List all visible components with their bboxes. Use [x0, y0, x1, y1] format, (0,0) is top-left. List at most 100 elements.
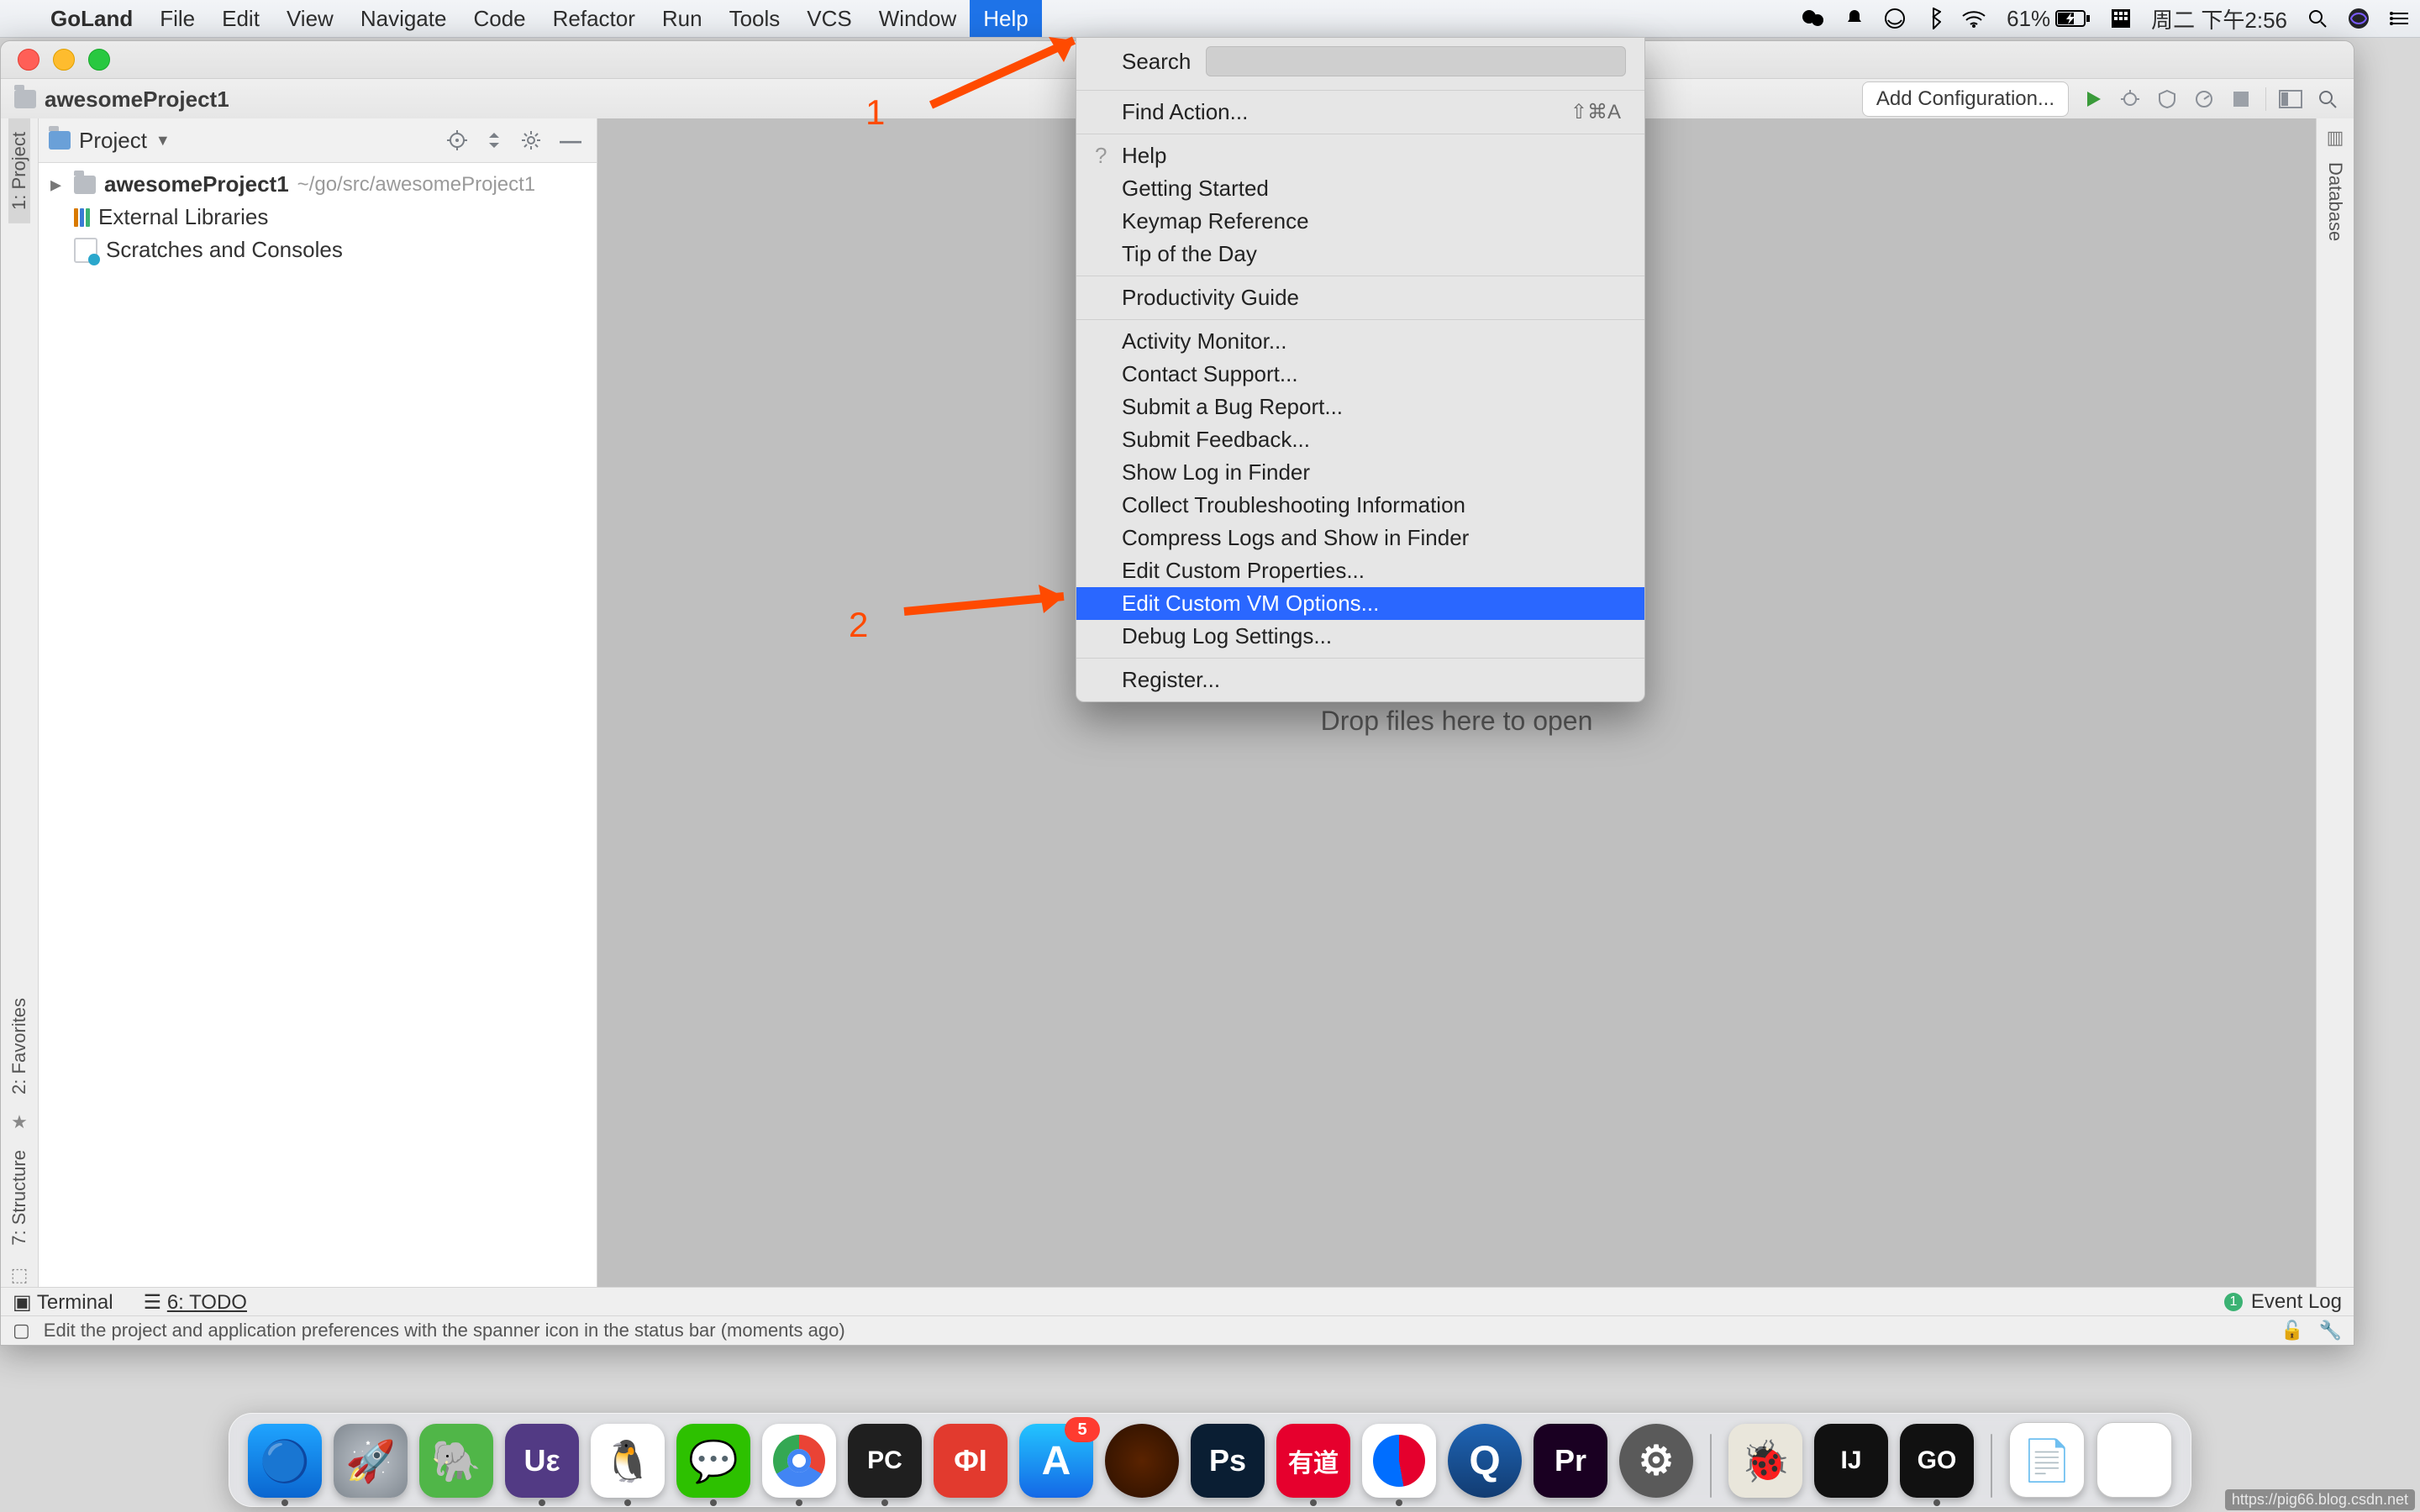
menubar-help[interactable]: Help [970, 0, 1041, 37]
quick-access-icon[interactable]: ▢ [13, 1320, 30, 1341]
dock-app-game[interactable] [1105, 1424, 1179, 1498]
status-bar: ▢ Edit the project and application prefe… [1, 1315, 2354, 1345]
coverage-icon[interactable] [2154, 87, 2180, 112]
help-show-log[interactable]: Show Log in Finder [1076, 456, 1644, 489]
layout-icon[interactable] [2278, 87, 2303, 112]
run-icon[interactable] [2081, 87, 2106, 112]
tool-tab-database[interactable]: Database [2324, 149, 2346, 255]
tree-scratches[interactable]: Scratches and Consoles [39, 234, 597, 266]
debug-icon[interactable] [2118, 87, 2143, 112]
status-wechat-icon[interactable] [1791, 8, 1835, 29]
menubar-app-name[interactable]: GoLand [37, 6, 146, 32]
help-bug-report[interactable]: Submit a Bug Report... [1076, 391, 1644, 423]
help-register[interactable]: Register... [1076, 664, 1644, 696]
dock-app-intellij[interactable]: IJ [1814, 1424, 1888, 1498]
help-help[interactable]: ? Help [1076, 139, 1644, 172]
close-window-button[interactable] [18, 49, 39, 71]
help-submit-feedback[interactable]: Submit Feedback... [1076, 423, 1644, 456]
dock-app-appstore[interactable]: A5 [1019, 1424, 1093, 1498]
status-battery[interactable]: 61% [1996, 6, 2101, 32]
minimize-window-button[interactable] [53, 49, 75, 71]
tree-ext-libs[interactable]: External Libraries [39, 201, 597, 234]
tool-tab-structure[interactable]: 7: Structure [8, 1137, 30, 1259]
dock-app-debugger[interactable]: 🐞 [1728, 1424, 1802, 1498]
menubar-run[interactable]: Run [649, 0, 716, 37]
help-getting-started[interactable]: Getting Started [1076, 172, 1644, 205]
dock-app-chrome[interactable] [762, 1424, 836, 1498]
folder-icon [74, 176, 96, 194]
search-everywhere-icon[interactable] [2315, 87, 2340, 112]
dock-app-launchpad[interactable]: 🚀 [334, 1424, 408, 1498]
status-notification-center-icon[interactable] [2380, 10, 2420, 27]
wrench-icon[interactable]: 🔧 [2319, 1320, 2342, 1341]
help-edit-custom-props[interactable]: Edit Custom Properties... [1076, 554, 1644, 587]
status-datetime[interactable]: 周二 下午2:56 [2141, 3, 2297, 34]
help-search-input[interactable] [1206, 46, 1626, 76]
dock-app-premiere[interactable]: Pr [1534, 1424, 1607, 1498]
shortcut-label: ⇧⌘A [1570, 100, 1621, 124]
dock-app-finder[interactable]: 🔵 [248, 1424, 322, 1498]
help-debug-log-settings[interactable]: Debug Log Settings... [1076, 620, 1644, 653]
status-input-icon[interactable] [2101, 8, 2141, 29]
dock-app-settings[interactable]: ⚙ [1619, 1424, 1693, 1498]
dock-app-wechat[interactable]: 💬 [676, 1424, 750, 1498]
menubar-refactor[interactable]: Refactor [539, 0, 649, 37]
dock-app-goland[interactable]: GO [1900, 1424, 1974, 1498]
lock-icon[interactable]: 🔓 [2281, 1320, 2303, 1341]
help-contact-support[interactable]: Contact Support... [1076, 358, 1644, 391]
status-cc-icon[interactable] [1874, 8, 1916, 29]
menubar-navigate[interactable]: Navigate [347, 0, 460, 37]
menubar-window[interactable]: Window [865, 0, 970, 37]
tool-tab-favorites[interactable]: 2: Favorites [8, 984, 30, 1108]
status-spotlight-icon[interactable] [2297, 8, 2338, 29]
project-tree[interactable]: ▸ awesomeProject1 ~/go/src/awesomeProjec… [39, 163, 597, 1296]
status-notify-icon[interactable] [1835, 8, 1874, 29]
help-collect-troubleshoot[interactable]: Collect Troubleshooting Information [1076, 489, 1644, 522]
dock-app-ultraedit[interactable]: Uε [505, 1424, 579, 1498]
tab-event-log[interactable]: Event Log [2251, 1290, 2342, 1314]
dock-app-quicktime[interactable]: Q [1448, 1424, 1522, 1498]
menubar-edit[interactable]: Edit [208, 0, 273, 37]
menubar-view[interactable]: View [273, 0, 347, 37]
tab-terminal[interactable]: ▣ Terminal [13, 1290, 113, 1315]
dock-app-baidu-netdisk[interactable] [1362, 1424, 1436, 1498]
help-tip-of-day[interactable]: Tip of the Day [1076, 238, 1644, 270]
hide-panel-icon[interactable]: — [555, 128, 587, 154]
dock-app-player[interactable]: ΦΙ [934, 1424, 1007, 1498]
gear-icon[interactable] [516, 130, 546, 150]
chevron-down-icon[interactable]: ▼ [155, 132, 171, 150]
tool-tab-project[interactable]: 1: Project [8, 118, 30, 223]
help-edit-custom-vm[interactable]: Edit Custom VM Options... [1076, 587, 1644, 620]
badge: 5 [1065, 1417, 1100, 1442]
menubar-file[interactable]: File [146, 0, 208, 37]
dock-trash[interactable]: 🗑 [2096, 1422, 2172, 1498]
dock-app-evernote[interactable]: 🐘 [419, 1424, 493, 1498]
stop-icon[interactable] [2228, 87, 2254, 112]
expand-all-icon[interactable] [481, 131, 508, 150]
dock-app-textdoc[interactable]: 📄 [2009, 1422, 2085, 1498]
menubar-vcs[interactable]: VCS [793, 0, 865, 37]
dock-app-photoshop[interactable]: Ps [1191, 1424, 1265, 1498]
add-configuration-button[interactable]: Add Configuration... [1862, 81, 2069, 117]
project-panel: Project ▼ — ▸ awesomeProject1 ~/go/src/a… [39, 118, 597, 1296]
status-wifi-icon[interactable] [1951, 9, 1996, 28]
help-productivity-guide[interactable]: Productivity Guide [1076, 281, 1644, 314]
help-compress-logs[interactable]: Compress Logs and Show in Finder [1076, 522, 1644, 554]
menubar-tools[interactable]: Tools [716, 0, 794, 37]
tab-todo[interactable]: ☰ 6: TODO [144, 1290, 247, 1315]
zoom-window-button[interactable] [88, 49, 110, 71]
breadcrumb[interactable]: awesomeProject1 [14, 87, 229, 113]
help-find-action[interactable]: Find Action... ⇧⌘A [1076, 96, 1644, 129]
status-siri-icon[interactable] [2338, 8, 2380, 29]
dock-app-qq[interactable]: 🐧 [591, 1424, 665, 1498]
status-bluetooth-icon[interactable] [1916, 8, 1951, 29]
dock-app-pycharm[interactable]: PC [848, 1424, 922, 1498]
help-keymap-ref[interactable]: Keymap Reference [1076, 205, 1644, 238]
project-panel-title[interactable]: Project [79, 128, 147, 154]
menubar-code[interactable]: Code [460, 0, 539, 37]
dock-app-youdao[interactable]: 有道 [1276, 1424, 1350, 1498]
help-activity-monitor[interactable]: Activity Monitor... [1076, 325, 1644, 358]
tree-root[interactable]: ▸ awesomeProject1 ~/go/src/awesomeProjec… [39, 168, 597, 201]
profiler-icon[interactable] [2191, 87, 2217, 112]
locate-icon[interactable] [442, 130, 472, 150]
